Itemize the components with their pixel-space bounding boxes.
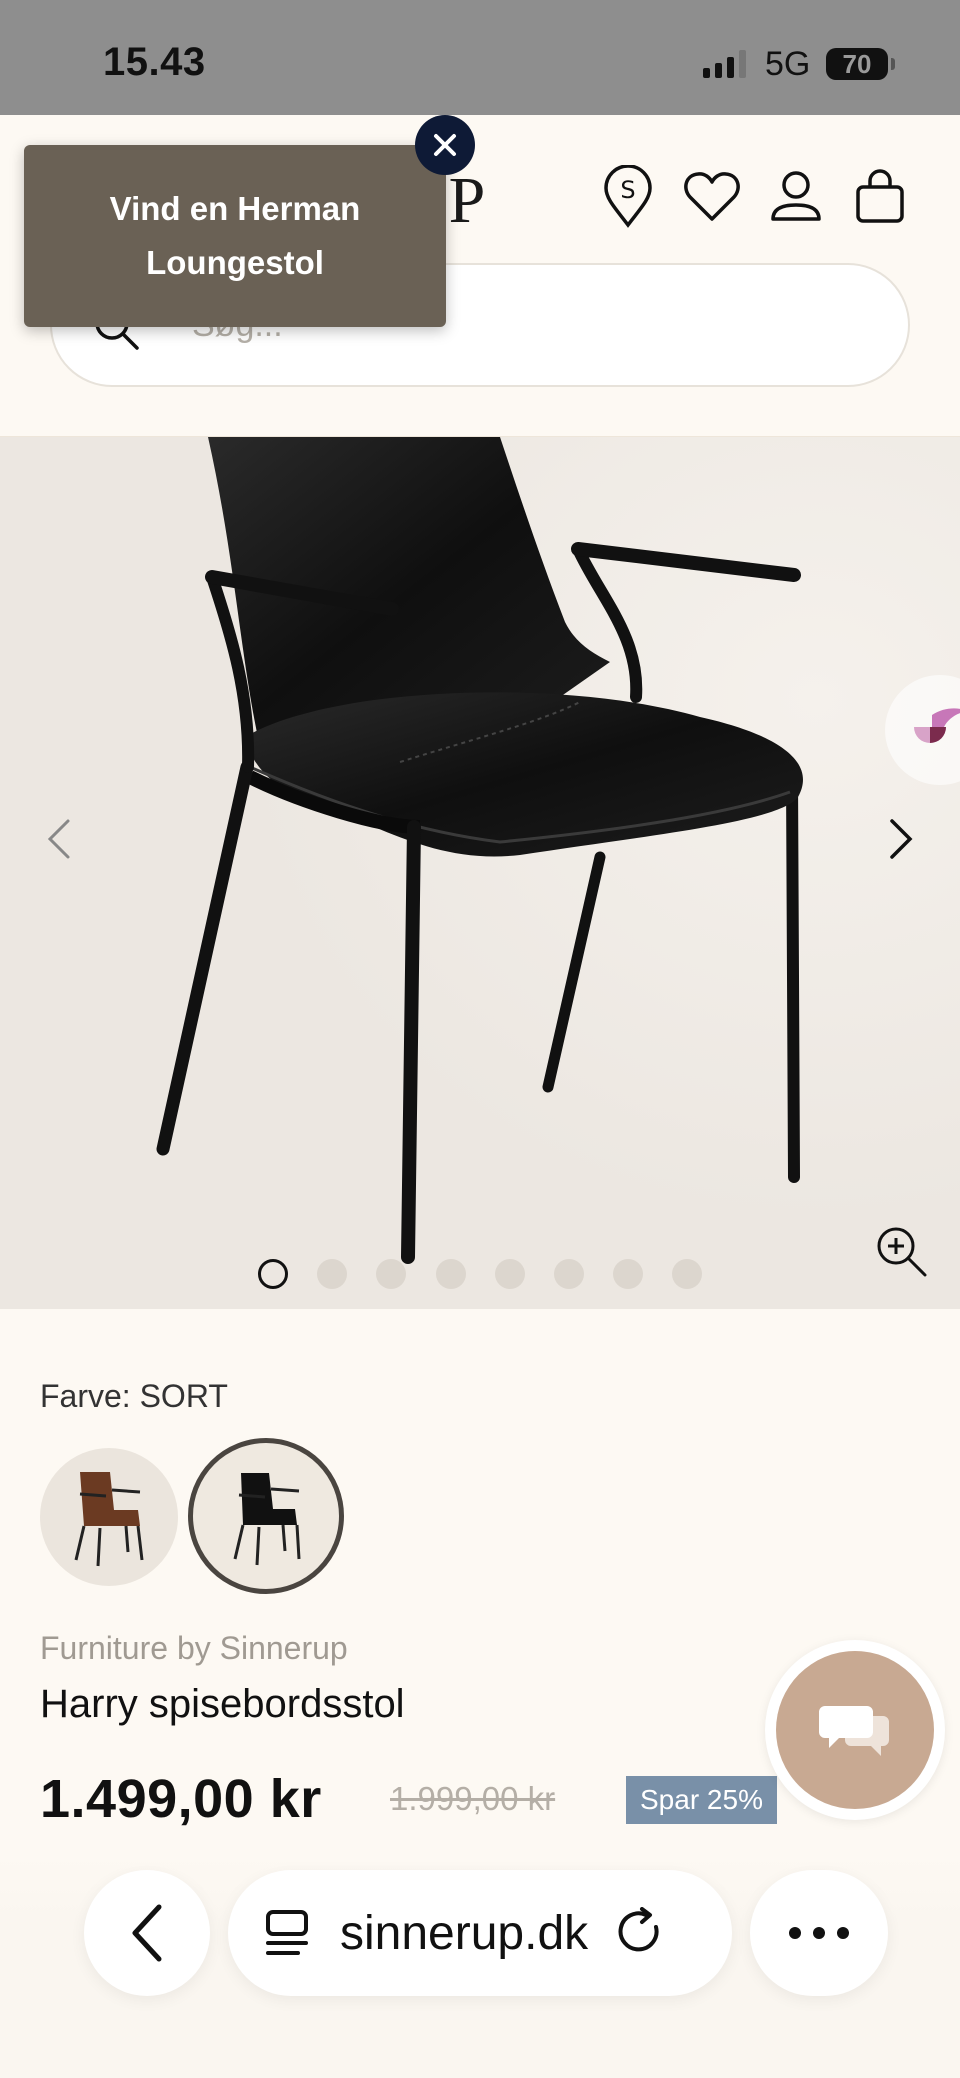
swatch-black[interactable]: [188, 1438, 344, 1594]
product-price: 1.499,00 kr: [40, 1769, 322, 1829]
gallery-dot[interactable]: [376, 1259, 406, 1289]
reader-mode-icon[interactable]: [264, 1908, 310, 1958]
gallery-dot[interactable]: [554, 1259, 584, 1289]
chevron-left-icon: [132, 1904, 162, 1962]
chat-bubbles-icon: [819, 1706, 889, 1756]
browser-address-bar[interactable]: sinnerup.dk: [228, 1870, 732, 1996]
chevron-right-icon: [890, 819, 913, 859]
gallery-dot[interactable]: [495, 1259, 525, 1289]
product-old-price: 1.999,00 kr: [390, 1780, 556, 1817]
gallery-dot[interactable]: [613, 1259, 643, 1289]
discount-badge: Spar 25%: [626, 1776, 777, 1824]
browser-more-button[interactable]: [750, 1870, 888, 1996]
color-label: Farve: SORT: [40, 1378, 228, 1414]
gallery-prev-button[interactable]: [28, 799, 88, 879]
gallery-dot[interactable]: [672, 1259, 702, 1289]
product-image-gallery[interactable]: [0, 437, 960, 1309]
wishlist-heart-icon[interactable]: [682, 165, 742, 229]
promo-popup[interactable]: Vind en Herman Loungestol: [24, 145, 446, 327]
popup-close-button[interactable]: [415, 115, 475, 175]
gallery-dots: [0, 1259, 960, 1289]
chair-thumbnail-brown: [74, 1472, 144, 1567]
signal-icon: [703, 50, 746, 78]
battery-icon: 70: [826, 48, 888, 80]
more-dots-icon: [789, 1927, 849, 1939]
store-locator-icon[interactable]: S: [598, 165, 658, 229]
promo-popup-text[interactable]: Vind en Herman Loungestol: [65, 182, 405, 290]
shopping-bag-icon[interactable]: [850, 165, 910, 229]
gallery-dot[interactable]: [436, 1259, 466, 1289]
bird-logo-icon: [914, 708, 960, 743]
svg-text:S: S: [620, 176, 635, 204]
gallery-dot[interactable]: [258, 1259, 288, 1289]
status-time: 15.43: [103, 40, 206, 84]
product-image: [0, 437, 960, 1309]
reload-icon[interactable]: [616, 1907, 666, 1959]
swatch-brown[interactable]: [40, 1448, 178, 1586]
chat-button-inner: [776, 1651, 934, 1809]
browser-back-button[interactable]: [84, 1870, 210, 1996]
chat-button[interactable]: [765, 1640, 945, 1820]
zoom-in-icon[interactable]: [873, 1223, 929, 1279]
chair-thumbnail-black: [233, 1473, 301, 1566]
product-title: Harry spisebordsstol: [40, 1682, 405, 1726]
close-icon: [434, 134, 456, 156]
account-user-icon[interactable]: [766, 165, 826, 229]
gallery-dot[interactable]: [317, 1259, 347, 1289]
gallery-next-button[interactable]: [872, 799, 932, 879]
status-bar: 15.43 5G 70: [0, 0, 960, 115]
chevron-left-icon: [47, 819, 70, 859]
url-text[interactable]: sinnerup.dk: [340, 1906, 588, 1961]
battery-tip: [891, 58, 895, 70]
product-brand[interactable]: Furniture by Sinnerup: [40, 1630, 348, 1667]
network-type: 5G: [765, 45, 811, 83]
